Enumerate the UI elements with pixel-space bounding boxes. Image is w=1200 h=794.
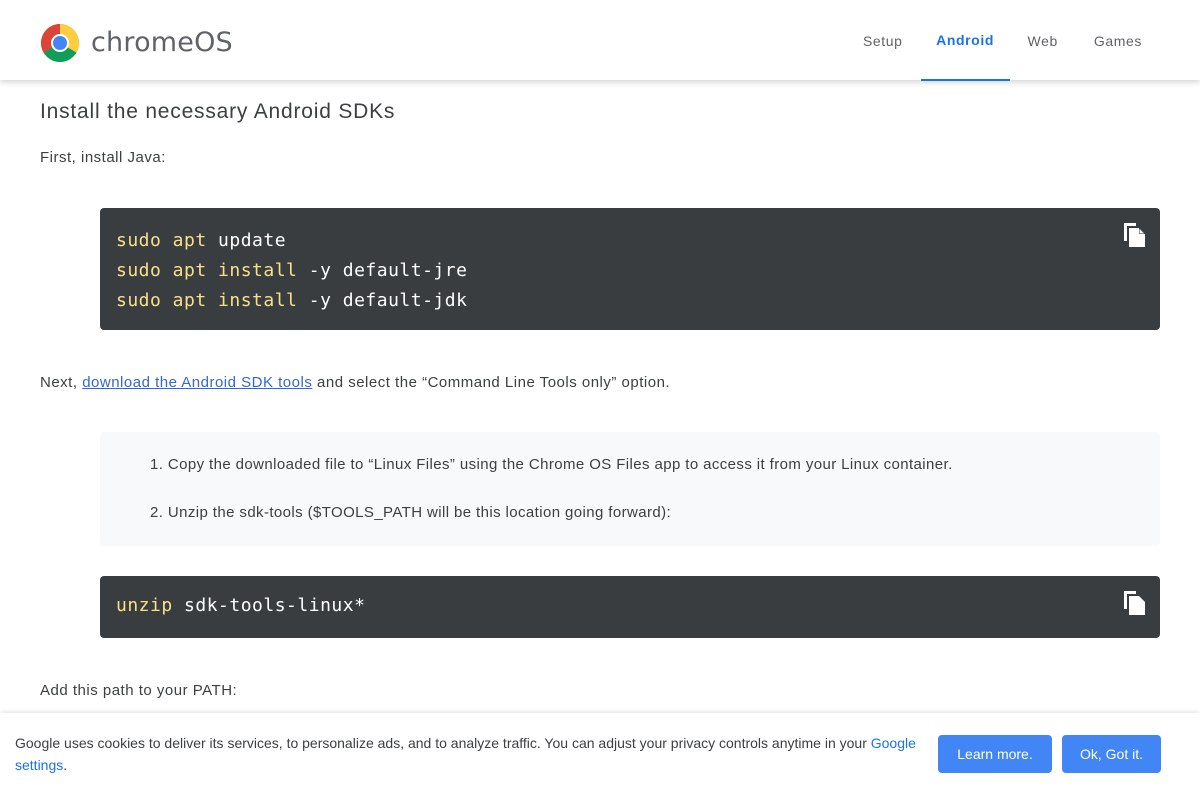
section-heading: Install the necessary Android SDKs [40, 100, 396, 123]
code-block-unzip: unzip sdk-tools-linux* [100, 576, 1160, 638]
code-args: sdk-tools-linux* [172, 595, 366, 616]
intro-text: First, install Java: [40, 149, 166, 166]
code-args: -y default-jdk [297, 290, 468, 311]
code-line: sudo apt install -y default-jre [116, 256, 1144, 286]
site-header: chromeOS Setup Android Web Games [0, 0, 1200, 81]
sdk-tools-link[interactable]: download the Android SDK tools [82, 374, 312, 391]
code-args: update [206, 230, 287, 251]
code-line: sudo apt install -y default-jdk [116, 286, 1144, 316]
tab-setup[interactable]: Setup [845, 0, 921, 80]
code-command: unzip [116, 595, 173, 616]
code-command: sudo apt install [116, 260, 298, 281]
chrome-logo-icon[interactable] [40, 23, 80, 63]
learn-more-button[interactable]: Learn more. [938, 735, 1052, 773]
code-args: -y default-jre [297, 260, 468, 281]
tab-web[interactable]: Web [1010, 0, 1076, 80]
ok-got-it-button[interactable]: Ok, Got it. [1062, 735, 1161, 773]
cookie-message: Google uses cookies to deliver its servi… [15, 732, 925, 776]
next-paragraph: Next, download the Android SDK tools and… [40, 374, 670, 391]
steps-box: 1. Copy the downloaded file to “Linux Fi… [100, 432, 1160, 546]
tab-games[interactable]: Games [1076, 0, 1160, 80]
tab-android[interactable]: Android [920, 0, 1010, 81]
code-line: unzip sdk-tools-linux* [116, 591, 1144, 621]
list-item: 1. Copy the downloaded file to “Linux Fi… [150, 456, 953, 473]
main-nav: Setup Android Web Games [845, 0, 1160, 81]
next-suffix: and select the “Command Line Tools only”… [312, 374, 671, 391]
code-line: sudo apt update [116, 226, 1144, 256]
code-block-java: sudo apt update sudo apt install -y defa… [100, 208, 1160, 330]
cookie-text: Google uses cookies to deliver its servi… [15, 735, 871, 751]
cookie-suffix: . [63, 757, 68, 773]
cookie-banner: Google uses cookies to deliver its servi… [0, 713, 1200, 794]
list-item: 2. Unzip the sdk-tools ($TOOLS_PATH will… [150, 504, 672, 521]
brand-name[interactable]: chromeOS [91, 27, 233, 58]
code-command: sudo apt [116, 230, 207, 251]
path-paragraph: Add this path to your PATH: [40, 682, 238, 699]
copy-icon[interactable] [1123, 590, 1147, 616]
copy-icon[interactable] [1123, 222, 1147, 248]
next-prefix: Next, [40, 374, 83, 391]
code-command: sudo apt install [116, 290, 298, 311]
